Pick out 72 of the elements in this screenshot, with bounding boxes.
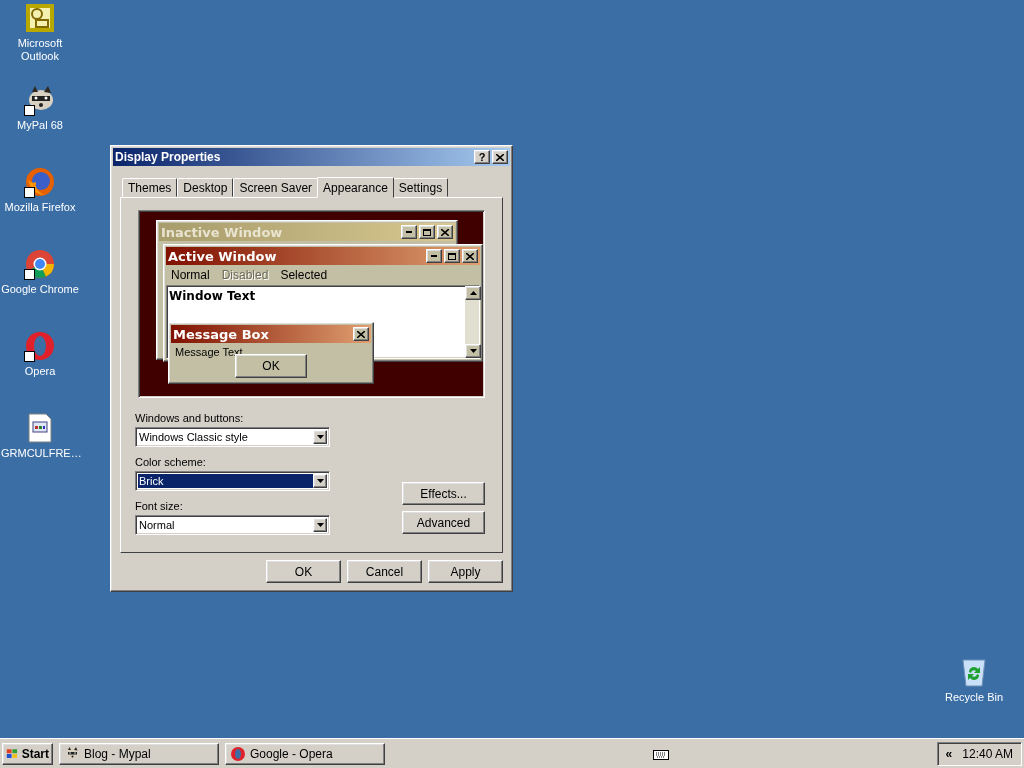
desktop-icon-label[interactable]: Microsoft Outlook <box>1 37 79 63</box>
caret-down-icon <box>316 479 324 483</box>
window-title: Display Properties <box>115 150 222 164</box>
desktop-icon-label[interactable]: Mozilla Firefox <box>1 201 79 214</box>
caret-down-icon <box>316 435 324 439</box>
dropdown[interactable]: Brick <box>135 471 330 491</box>
desktop-icon-label[interactable]: Opera <box>1 365 79 378</box>
close-button[interactable] <box>437 225 453 239</box>
dialog-button[interactable]: Apply <box>428 560 503 583</box>
caret-down-icon <box>316 523 324 527</box>
help-button[interactable]: ? <box>474 150 490 164</box>
tab[interactable]: Screen Saver <box>233 178 319 197</box>
raccoon-icon <box>64 745 80 762</box>
maximize-button[interactable] <box>419 225 435 239</box>
dropdown-value: Brick <box>138 474 313 488</box>
menu-item[interactable]: Selected <box>280 268 328 282</box>
desktop-icon-label[interactable]: GRMCULFRE… <box>1 447 79 460</box>
minimize-icon <box>406 231 412 233</box>
minimize-icon <box>431 255 437 257</box>
field-label: Font size: <box>135 500 184 512</box>
desktop-icon-label[interactable]: MyPal 68 <box>1 119 79 132</box>
keyboard-icon[interactable] <box>652 747 669 760</box>
scroll-down-button[interactable] <box>465 344 481 358</box>
dialog-button[interactable]: Cancel <box>347 560 422 583</box>
maximize-icon <box>423 228 431 236</box>
desktop-icon-label[interactable]: Recycle Bin <box>935 691 1013 704</box>
taskbar-button[interactable]: Google - Opera <box>225 742 385 765</box>
windows-flag-icon <box>6 746 19 761</box>
field-label: Color scheme: <box>135 456 207 468</box>
tab[interactable]: Desktop <box>177 178 234 197</box>
window-title: Message Box <box>173 326 270 342</box>
dropdown-arrow-button[interactable] <box>313 518 327 532</box>
caret-up-icon <box>469 291 477 295</box>
field-label: Windows and buttons: <box>135 412 245 424</box>
scroll-up-button[interactable] <box>465 286 481 300</box>
start-button[interactable]: Start <box>2 742 53 765</box>
desktop-icon-label[interactable]: Google Chrome <box>1 283 79 296</box>
minimize-button[interactable] <box>401 225 417 239</box>
dialog-button[interactable]: Effects... <box>402 482 485 505</box>
dropdown-arrow-button[interactable] <box>313 430 327 444</box>
dropdown[interactable]: Normal <box>135 515 330 535</box>
dialog-button[interactable]: Advanced <box>402 511 485 534</box>
tab[interactable]: Settings <box>392 178 449 197</box>
clock: 12:40 AM <box>962 746 1013 761</box>
maximize-button[interactable] <box>444 249 460 263</box>
taskbar-button[interactable]: Blog - Mypal <box>59 742 219 765</box>
show-hidden-icons-button[interactable]: « <box>945 746 953 761</box>
calendar-envelope-icon <box>24 2 56 34</box>
window-text: Window Text <box>169 289 256 303</box>
ok-button[interactable]: OK <box>235 354 307 378</box>
close-icon[interactable] <box>496 153 504 161</box>
dropdown-value: Normal <box>138 518 176 532</box>
tab[interactable]: Appearance <box>317 177 394 198</box>
close-button[interactable] <box>492 150 508 164</box>
window-title: Inactive Window <box>161 224 284 240</box>
dropdown[interactable]: Windows Classic style <box>135 427 330 447</box>
scrollbar[interactable] <box>465 286 479 358</box>
close-button[interactable] <box>462 249 478 263</box>
menu-item[interactable]: Normal <box>171 268 210 282</box>
tab[interactable]: Themes <box>122 178 178 197</box>
close-icon[interactable] <box>466 252 474 260</box>
caret-down-icon <box>469 349 477 353</box>
maximize-icon <box>448 252 456 260</box>
dialog-button[interactable]: OK <box>266 560 341 583</box>
minimize-button[interactable] <box>426 249 442 263</box>
opera-icon <box>230 745 246 762</box>
close-icon[interactable] <box>357 330 365 338</box>
window-title: Active Window <box>168 248 278 264</box>
dropdown-arrow-button[interactable] <box>313 474 327 488</box>
close-button[interactable] <box>353 327 369 341</box>
dropdown-value: Windows Classic style <box>138 430 249 444</box>
close-icon[interactable] <box>441 228 449 236</box>
